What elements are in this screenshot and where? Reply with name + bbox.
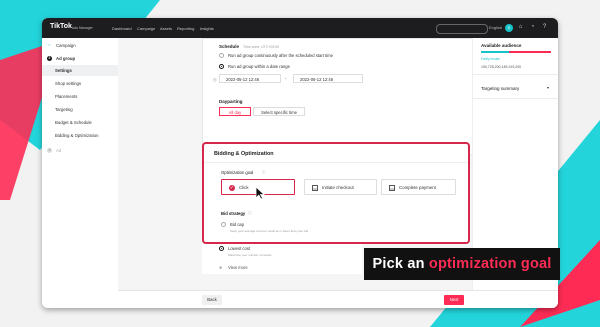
caption-banner: Pick an optimization goal <box>364 248 560 280</box>
info-icon: ⓘ <box>262 170 266 174</box>
divider <box>473 74 558 75</box>
avatar[interactable]: S <box>505 24 513 32</box>
info-icon: ⓘ <box>248 211 252 215</box>
lowest-cost-hint: Maximize your number of results <box>228 253 272 257</box>
plus-icon: ⊕ <box>219 265 223 270</box>
radio-date-range[interactable] <box>219 64 224 69</box>
goal-label: Click <box>239 185 249 190</box>
radio-continuous[interactable] <box>219 53 224 58</box>
sidebar-item-placements[interactable]: Placements <box>42 91 118 102</box>
nav-campaign[interactable]: Campaign <box>137 26 155 31</box>
caption-accent: optimization goal <box>428 256 552 272</box>
sidebar-item-bidding-optimization[interactable]: Bidding & Optimization <box>42 130 118 141</box>
logo-subtitle: Ads Manager <box>72 26 93 30</box>
tiktok-logo[interactable]: TikTok <box>50 23 72 30</box>
date-separator: - <box>285 76 287 81</box>
chevron-down-icon[interactable]: ▾ <box>547 85 549 90</box>
bidding-optimization-card: Bidding & Optimization Optimization goal… <box>202 142 470 244</box>
divider <box>204 162 468 163</box>
back-button[interactable]: Back <box>202 295 222 305</box>
sidebar-item-label: Ad <box>56 148 62 153</box>
optimization-goal-label: Optimization goal <box>221 170 254 175</box>
payment-icon: ▭ <box>389 185 395 191</box>
view-more-link[interactable]: View more <box>228 265 248 270</box>
step-badge: 3 <box>47 148 52 153</box>
sidebar-item-label: Ad group <box>56 56 76 61</box>
nav-insights[interactable]: Insights <box>200 26 214 31</box>
bid-strategy-continued: Lowest cost Maximize your number of resu… <box>202 244 362 274</box>
all-day-button[interactable]: All day <box>219 107 251 116</box>
sidebar-item-label: Campaign <box>56 43 76 48</box>
option-continuous-label: Run ad group continuously after the sche… <box>228 53 333 58</box>
top-navigation-bar: TikTok Ads Manager Dashboard Campaign As… <box>42 18 558 38</box>
search-input[interactable] <box>436 24 488 34</box>
bidding-title: Bidding & Optimization <box>214 151 274 157</box>
radio-lowest-cost[interactable] <box>219 246 224 251</box>
audience-range: 150,725,200-183,919,200 <box>481 65 522 69</box>
sidebar: ✓ Campaign 2 Ad group Settings Shop sett… <box>42 38 119 308</box>
footer-bar: Back Next <box>118 290 558 308</box>
divider <box>473 98 558 99</box>
audience-meter <box>481 51 551 53</box>
budget-schedule-card: Schedule Time zone: UTC+00:00 Run ad gro… <box>202 38 474 155</box>
targeting-summary[interactable]: Targeting summary <box>481 86 519 91</box>
nav-dashboard[interactable]: Dashboard <box>112 26 132 31</box>
bid-cap-label: Bid cap <box>230 222 244 227</box>
start-date-value: 2022-05-12 12:46 <box>226 77 260 82</box>
mouse-cursor-icon <box>255 186 265 200</box>
goal-label: Complete payment <box>399 185 436 190</box>
goal-option-complete-payment[interactable]: ▭ Complete payment <box>381 179 456 195</box>
bell-icon[interactable]: ◔ <box>529 24 536 31</box>
dayparting-label: Dayparting <box>219 99 243 104</box>
goal-option-initiate-checkout[interactable]: ▭ Initiate checkout <box>304 179 377 195</box>
end-date-field[interactable]: 2022-06-12 12:46 <box>293 74 363 83</box>
lowest-cost-label: Lowest cost <box>228 246 251 251</box>
available-audience-title: Available audience <box>481 43 522 48</box>
goal-label: Initiate checkout <box>322 185 354 190</box>
step-badge: 2 <box>47 56 52 61</box>
caption-prefix: Pick an <box>372 256 429 272</box>
sidebar-item-ad-group[interactable]: 2 Ad group <box>42 53 118 64</box>
specific-time-button[interactable]: Select specific time <box>253 107 305 116</box>
sidebar-item-shop-settings[interactable]: Shop settings <box>42 78 118 89</box>
help-icon[interactable]: ? <box>541 24 548 31</box>
bid-strategy-label: Bid strategy <box>221 211 246 216</box>
start-date-field[interactable]: ◷ 2022-05-12 12:46 <box>213 74 281 83</box>
end-date-value: 2022-06-12 12:46 <box>300 77 334 82</box>
check-icon: ✓ <box>48 43 51 47</box>
sidebar-item-settings[interactable]: Settings <box>42 65 118 76</box>
cart-icon: ▭ <box>312 185 318 191</box>
schedule-label: Schedule <box>219 44 240 49</box>
clock-icon: ◷ <box>213 77 217 82</box>
sidebar-item-campaign[interactable]: ✓ Campaign <box>42 40 118 51</box>
check-icon: ✓ <box>229 185 235 191</box>
sidebar-item-ad[interactable]: 3 Ad <box>42 145 118 156</box>
shop-icon[interactable]: ⌂ <box>517 24 524 31</box>
sidebar-item-budget-schedule[interactable]: Budget & Schedule <box>42 117 118 128</box>
audience-status: Fairly broad <box>481 57 500 61</box>
nav-assets[interactable]: Assets <box>160 26 172 31</box>
language-selector[interactable]: English <box>489 25 502 30</box>
timezone-hint: Time zone: UTC+00:00 <box>243 45 280 49</box>
sidebar-item-targeting[interactable]: Targeting <box>42 104 118 115</box>
radio-bid-cap[interactable] <box>221 222 226 227</box>
next-button[interactable]: Next <box>444 295 464 305</box>
option-date-range-label: Run ad group within a date range <box>228 64 290 69</box>
nav-reporting[interactable]: Reporting <box>177 26 194 31</box>
bid-cap-hint: Keep your average cost per result at or … <box>230 229 309 233</box>
